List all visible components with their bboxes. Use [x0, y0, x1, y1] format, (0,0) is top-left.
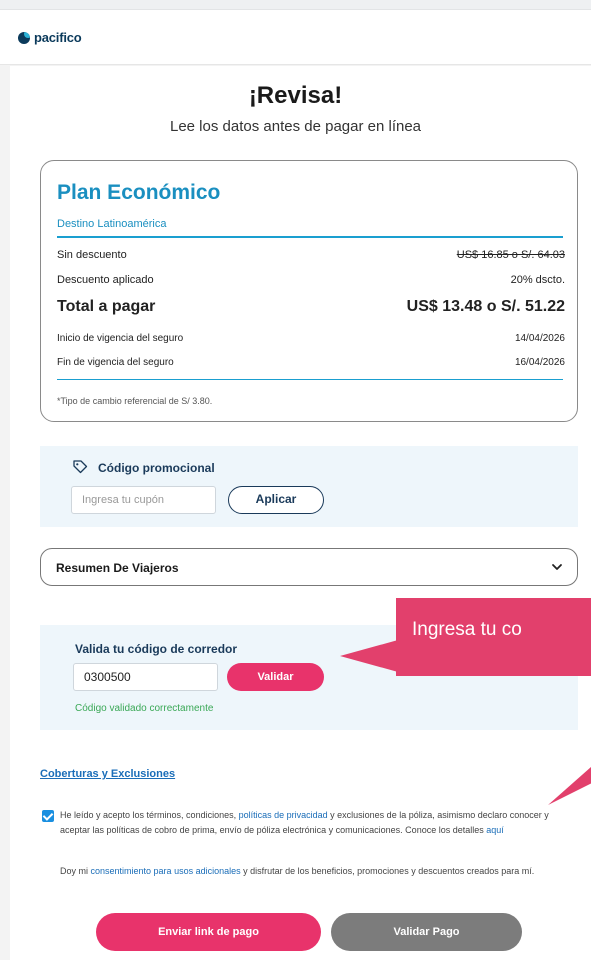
- no-discount-value: US$ 16.85 o S/. 64.03: [456, 249, 565, 261]
- validate-payment-button[interactable]: Validar Pago: [331, 913, 522, 951]
- logo-icon: [18, 31, 30, 44]
- send-payment-link-button[interactable]: Enviar link de pago: [96, 913, 321, 951]
- consent-text: Doy mi consentimiento para usos adiciona…: [60, 864, 576, 879]
- promo-code-section: Código promocional Ingresa tu cupón Apli…: [40, 446, 578, 527]
- page-subtitle: Lee los datos antes de pagar en línea: [169, 118, 422, 135]
- additional-uses-link[interactable]: consentimiento para usos adicionales: [91, 866, 241, 876]
- logo-text: pacifico: [34, 30, 82, 45]
- travelers-summary-accordion[interactable]: Resumen De Viajeros: [40, 548, 578, 586]
- details-here-link[interactable]: aquí: [486, 825, 504, 835]
- row-end-date: Fin de vigencia del seguro 16/04/2026: [57, 357, 565, 368]
- guide-tooltip: Ingresa tu co: [396, 598, 591, 676]
- row-start-date: Inicio de vigencia del seguro 14/04/2026: [57, 333, 565, 344]
- broker-code-label: Valida tu código de corredor: [75, 642, 238, 656]
- plan-divider-bottom: [57, 379, 563, 380]
- top-strip: [0, 0, 591, 10]
- tooltip-tail: [340, 640, 398, 672]
- chevron-down-icon: [552, 564, 562, 570]
- promo-code-label: Código promocional: [98, 461, 215, 475]
- row-total: Total a pagar US$ 13.48 o S/. 51.22: [57, 298, 565, 316]
- discount-value: 20% dscto.: [510, 274, 565, 286]
- start-date-value: 14/04/2026: [514, 333, 565, 344]
- travelers-summary-label: Resumen De Viajeros: [56, 561, 179, 575]
- apply-coupon-button[interactable]: Aplicar: [228, 486, 324, 514]
- row-discount: Descuento aplicado 20% dscto.: [57, 274, 565, 286]
- coupon-input[interactable]: Ingresa tu cupón: [71, 486, 216, 514]
- total-label: Total a pagar: [57, 298, 156, 315]
- total-value: US$ 13.48 o S/. 51.22: [406, 298, 565, 315]
- pointer-arrow-icon: [548, 755, 591, 805]
- coverage-exclusions-link[interactable]: Coberturas y Exclusiones: [40, 768, 175, 780]
- validate-broker-button[interactable]: Validar: [227, 663, 324, 691]
- row-no-discount: Sin descuento US$ 16.85 o S/. 64.03: [57, 249, 565, 261]
- exchange-rate-note: *Tipo de cambio referencial de S/ 3.80.: [57, 396, 213, 406]
- consent-text-part2: y disfrutar de los beneficios, promocion…: [240, 866, 535, 876]
- discount-label: Descuento aplicado: [57, 274, 154, 286]
- terms-text-part1: He leído y acepto los términos, condicio…: [60, 810, 239, 820]
- end-date-label: Fin de vigencia del seguro: [57, 357, 174, 368]
- consent-text-part1: Doy mi: [60, 866, 91, 876]
- header: pacifico: [0, 10, 591, 65]
- start-date-label: Inicio de vigencia del seguro: [57, 333, 184, 344]
- broker-code-input[interactable]: 0300500: [73, 663, 218, 691]
- plan-divider-top: [57, 236, 563, 238]
- no-discount-label: Sin descuento: [57, 249, 127, 261]
- privacy-policy-link[interactable]: políticas de privacidad: [239, 810, 328, 820]
- tooltip-text: Ingresa tu co: [412, 619, 522, 640]
- plan-name: Plan Económico: [57, 181, 221, 204]
- plan-destination: Destino Latinoamérica: [57, 218, 167, 230]
- brand-logo[interactable]: pacifico: [18, 30, 82, 45]
- broker-validation-status: Código validado correctamente: [75, 703, 214, 714]
- terms-checkbox[interactable]: [42, 810, 54, 822]
- end-date-value: 16/04/2026: [514, 357, 565, 368]
- plan-summary-card: Plan Económico Destino Latinoamérica Sin…: [40, 160, 578, 422]
- terms-text: He leído y acepto los términos, condicio…: [60, 808, 576, 838]
- page-title: ¡Revisa!: [248, 82, 343, 109]
- tag-icon: [73, 460, 88, 474]
